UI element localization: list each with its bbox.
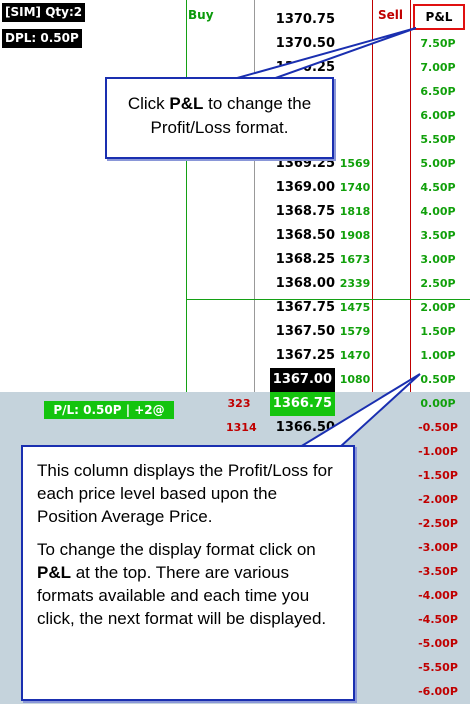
volume-cell: 2339 — [339, 277, 371, 290]
pl-header-button[interactable]: P&L — [413, 4, 465, 30]
pnl-cell: 4.50P — [420, 181, 456, 194]
pnl-cell: -1.50P — [418, 469, 458, 482]
volume-cell: 1470 — [339, 349, 371, 362]
volume-cell — [338, 392, 372, 416]
pnl-cell: 6.00P — [420, 109, 456, 122]
volume-cell: 1818 — [339, 205, 371, 218]
pnl-cell: -5.00P — [418, 637, 458, 650]
pnl-cell: 2.50P — [420, 277, 456, 290]
ask-size-cell[interactable] — [226, 368, 252, 392]
ask-size-cell[interactable] — [226, 200, 252, 224]
volume-cell — [338, 32, 372, 56]
volume-cell — [338, 8, 372, 32]
pl-format-callout: Click P&L to change the Profit/Loss form… — [105, 77, 334, 159]
price-cell[interactable]: 1367.00 — [270, 368, 335, 392]
volume-cell: 1475 — [339, 301, 371, 314]
price-cell[interactable]: 1369.00 — [270, 176, 335, 200]
ladder-row[interactable]: 1368.50 1908 3.50P — [0, 224, 470, 248]
price-cell[interactable]: 1367.25 — [270, 344, 335, 368]
pnl-cell: 5.50P — [420, 133, 456, 146]
callout-text: at the top. There are various formats av… — [37, 563, 327, 628]
pnl-cell: 7.00P — [420, 61, 456, 74]
price-cell[interactable]: 1370.75 — [270, 8, 335, 32]
price-cell[interactable]: 1368.75 — [270, 200, 335, 224]
ask-size-cell[interactable] — [226, 320, 252, 344]
buy-header[interactable]: Buy — [188, 8, 214, 22]
callout-bold: P&L — [169, 94, 204, 113]
pnl-cell: -4.00P — [418, 589, 458, 602]
price-cell[interactable]: 1366.50 — [270, 416, 335, 440]
ask-size-cell[interactable] — [226, 32, 252, 56]
ask-size-cell[interactable]: 323 — [226, 392, 252, 416]
ask-size-cell[interactable] — [226, 8, 252, 32]
ladder-row[interactable]: 1367.00 1080 0.50P — [0, 368, 470, 392]
ask-size-cell[interactable] — [226, 248, 252, 272]
pnl-cell: -4.50P — [418, 613, 458, 626]
position-pl-badge: P/L: 0.50P | +2@ — [44, 401, 174, 419]
volume-cell: 1569 — [339, 157, 371, 170]
pnl-cell: 2.00P — [420, 301, 456, 314]
callout-bold: P&L — [37, 563, 71, 582]
dpl-label: DPL: 0.50P — [2, 29, 82, 48]
account-label: [SIM] Qty:2 — [2, 3, 86, 22]
price-cell[interactable]: 1367.50 — [270, 320, 335, 344]
pnl-cell: 6.50P — [420, 85, 456, 98]
pnl-cell: -3.00P — [418, 541, 458, 554]
price-cell[interactable]: 1368.25 — [270, 248, 335, 272]
pnl-cell: 3.50P — [420, 229, 456, 242]
pnl-cell: -1.00P — [418, 445, 458, 458]
pnl-cell: -0.50P — [418, 421, 458, 434]
ladder-row[interactable]: 1369.00 1740 4.50P — [0, 176, 470, 200]
price-cell[interactable]: 1368.00 — [270, 272, 335, 296]
pnl-cell: -2.00P — [418, 493, 458, 506]
callout-paragraph-2: To change the display format click on P&… — [37, 538, 339, 630]
ladder-row[interactable]: 1367.25 1470 1.00P — [0, 344, 470, 368]
callout-text: Click — [127, 94, 170, 113]
ask-size-cell[interactable] — [226, 344, 252, 368]
ladder-row[interactable]: 1366.50 1314 -0.50P — [0, 416, 470, 440]
pnl-cell: 1.50P — [420, 325, 456, 338]
ask-size-cell[interactable]: 1314 — [226, 416, 257, 440]
pnl-cell: -5.50P — [418, 661, 458, 674]
ladder-row[interactable]: 1367.75 1475 2.00P — [0, 296, 470, 320]
pnl-cell: 3.00P — [420, 253, 456, 266]
ask-size-cell[interactable] — [226, 296, 252, 320]
volume-cell — [338, 416, 372, 440]
price-cell[interactable]: 1368.50 — [270, 224, 335, 248]
pnl-cell: 1.00P — [420, 349, 456, 362]
sell-header[interactable]: Sell — [378, 8, 403, 22]
volume-cell: 1579 — [339, 325, 371, 338]
pnl-cell: 5.00P — [420, 157, 456, 170]
price-cell[interactable]: 1367.75 — [270, 296, 335, 320]
pnl-cell: 7.50P — [420, 37, 456, 50]
pnl-cell: 4.00P — [420, 205, 456, 218]
pnl-cell: -3.50P — [418, 565, 458, 578]
volume-cell — [338, 56, 372, 80]
price-cell[interactable]: 1370.50 — [270, 32, 335, 56]
pl-column-callout: This column displays the Profit/Loss for… — [21, 445, 355, 701]
volume-cell: 1673 — [339, 253, 371, 266]
ask-size-cell[interactable] — [226, 176, 252, 200]
pnl-cell: -2.50P — [418, 517, 458, 530]
volume-cell: 1080 — [339, 373, 371, 386]
volume-cell — [338, 80, 372, 104]
ask-size-cell[interactable] — [226, 272, 252, 296]
volume-cell — [338, 128, 372, 152]
callout-paragraph: This column displays the Profit/Loss for… — [37, 461, 333, 526]
ask-size-cell[interactable] — [226, 224, 252, 248]
callout-text: To change the display format click on — [37, 540, 316, 559]
pnl-cell: 0.50P — [420, 373, 456, 386]
price-cell[interactable]: 1366.75 — [270, 392, 335, 416]
ladder-row[interactable]: 1368.25 1673 3.00P — [0, 248, 470, 272]
pnl-cell: -6.00P — [418, 685, 458, 698]
ladder-row[interactable]: 1367.50 1579 1.50P — [0, 320, 470, 344]
volume-cell: 1740 — [339, 181, 371, 194]
ladder-row[interactable]: 1368.75 1818 4.00P — [0, 200, 470, 224]
ladder-row[interactable]: 1368.00 2339 2.50P — [0, 272, 470, 296]
volume-cell: 1908 — [339, 229, 371, 242]
volume-cell — [338, 104, 372, 128]
pnl-cell: 0.00P — [420, 397, 456, 410]
